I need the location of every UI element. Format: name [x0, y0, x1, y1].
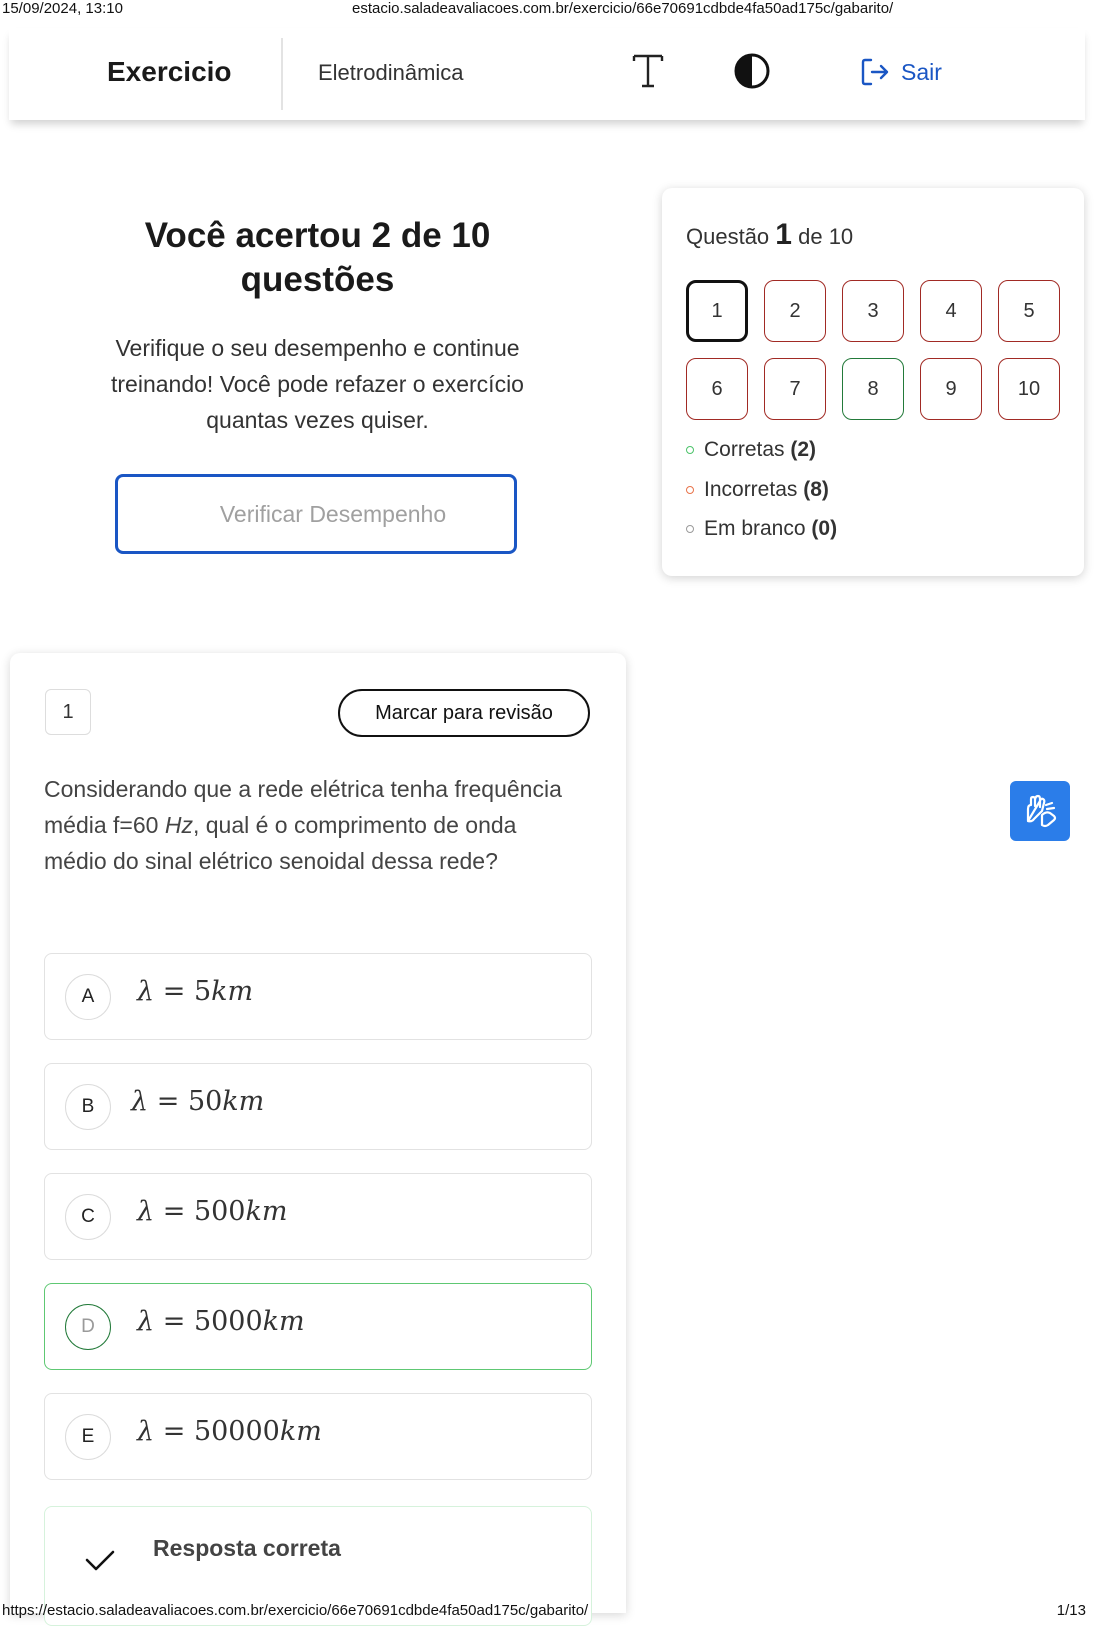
verify-performance-button[interactable]: Verificar Desempenho	[115, 474, 517, 554]
print-footer-url: https://estacio.saladeavaliacoes.com.br/…	[2, 1602, 589, 1619]
print-header: 15/09/2024, 13:10 estacio.saladeavaliaco…	[0, 0, 1094, 20]
logout-label: Sair	[901, 58, 942, 85]
option-formula: λ = 5000km	[137, 1306, 305, 1337]
app-title: Exercicio	[107, 56, 232, 87]
result-message: Verifique o seu desempenho e continue tr…	[111, 335, 524, 433]
question-button-5[interactable]: 5	[998, 280, 1060, 342]
sign-language-icon	[1026, 794, 1057, 828]
option-c[interactable]: C λ = 500km	[44, 1173, 592, 1260]
question-button-1[interactable]: 1	[686, 280, 748, 342]
legend-incorrect-count: (8)	[803, 478, 829, 501]
question-number: 1	[45, 689, 91, 735]
legend-blank: Em branco (0)	[686, 517, 837, 541]
legend-incorrect-label: Incorretas	[704, 478, 798, 501]
navigator-prefix: Questão	[686, 224, 770, 249]
logout-button[interactable]: Sair	[859, 52, 942, 92]
print-datetime: 15/09/2024, 13:10	[2, 0, 123, 17]
option-formula: λ = 50km	[131, 1086, 265, 1117]
question-text: Considerando que a rede elétrica tenha f…	[44, 771, 584, 879]
question-button-4[interactable]: 4	[920, 280, 982, 342]
navigator-suffix: de 10	[798, 224, 854, 249]
question-card: 1 Marcar para revisão Considerando que a…	[10, 653, 626, 1626]
check-icon	[85, 1550, 115, 1571]
legend-blank-count: (0)	[811, 517, 838, 540]
option-e[interactable]: E λ = 50000km	[44, 1393, 592, 1480]
logout-icon	[861, 58, 889, 86]
sign-language-button[interactable]	[1010, 781, 1070, 841]
print-page-url: estacio.saladeavaliacoes.com.br/exercici…	[352, 0, 894, 17]
option-formula: λ = 50000km	[137, 1416, 322, 1447]
legend-correct-count: (2)	[790, 438, 817, 461]
legend-blank-dot	[686, 525, 694, 533]
legend-blank-label: Em branco	[704, 517, 806, 540]
navigator-title: Questão 1 de 10	[686, 218, 853, 252]
option-letter: B	[65, 1084, 111, 1130]
option-formula: λ = 5km	[137, 976, 254, 1007]
option-d[interactable]: D λ = 5000km	[44, 1283, 592, 1370]
option-letter: D	[65, 1304, 111, 1350]
contrast-icon[interactable]	[733, 52, 771, 90]
option-letter: A	[65, 974, 111, 1020]
option-letter: E	[65, 1414, 111, 1460]
legend-incorrect-dot	[686, 486, 694, 494]
question-navigator: Questão 1 de 10 1 2 3 4 5 6 7 8 9 10 Cor…	[662, 188, 1084, 576]
question-button-8[interactable]: 8	[842, 358, 904, 420]
navigator-current: 1	[775, 218, 792, 251]
result-title: Você acertou 2 de 10 questões	[144, 216, 491, 299]
header-divider	[281, 38, 283, 110]
option-letter: C	[65, 1194, 111, 1240]
question-button-7[interactable]: 7	[764, 358, 826, 420]
legend-correct: Corretas (2)	[686, 438, 816, 462]
question-button-2[interactable]: 2	[764, 280, 826, 342]
print-page-number: 1/13	[1056, 1602, 1086, 1619]
top-bar: Exercicio Eletrodinâmica Sair	[9, 28, 1085, 120]
question-button-10[interactable]: 10	[998, 358, 1060, 420]
answer-label: Resposta correta	[153, 1535, 341, 1561]
option-a[interactable]: A λ = 5km	[44, 953, 592, 1040]
legend-correct-label: Corretas	[704, 438, 785, 461]
print-footer: https://estacio.saladeavaliacoes.com.br/…	[0, 1602, 1094, 1622]
question-button-3[interactable]: 3	[842, 280, 904, 342]
subject-title: Eletrodinâmica	[318, 60, 464, 85]
mark-for-review-button[interactable]: Marcar para revisão	[338, 689, 590, 737]
legend-correct-dot	[686, 446, 694, 454]
question-button-9[interactable]: 9	[920, 358, 982, 420]
font-size-icon[interactable]	[631, 50, 665, 90]
question-unit: Hz	[164, 812, 193, 838]
legend-incorrect: Incorretas (8)	[686, 478, 829, 502]
option-formula: λ = 500km	[137, 1196, 288, 1227]
option-b[interactable]: B λ = 50km	[44, 1063, 592, 1150]
question-button-6[interactable]: 6	[686, 358, 748, 420]
